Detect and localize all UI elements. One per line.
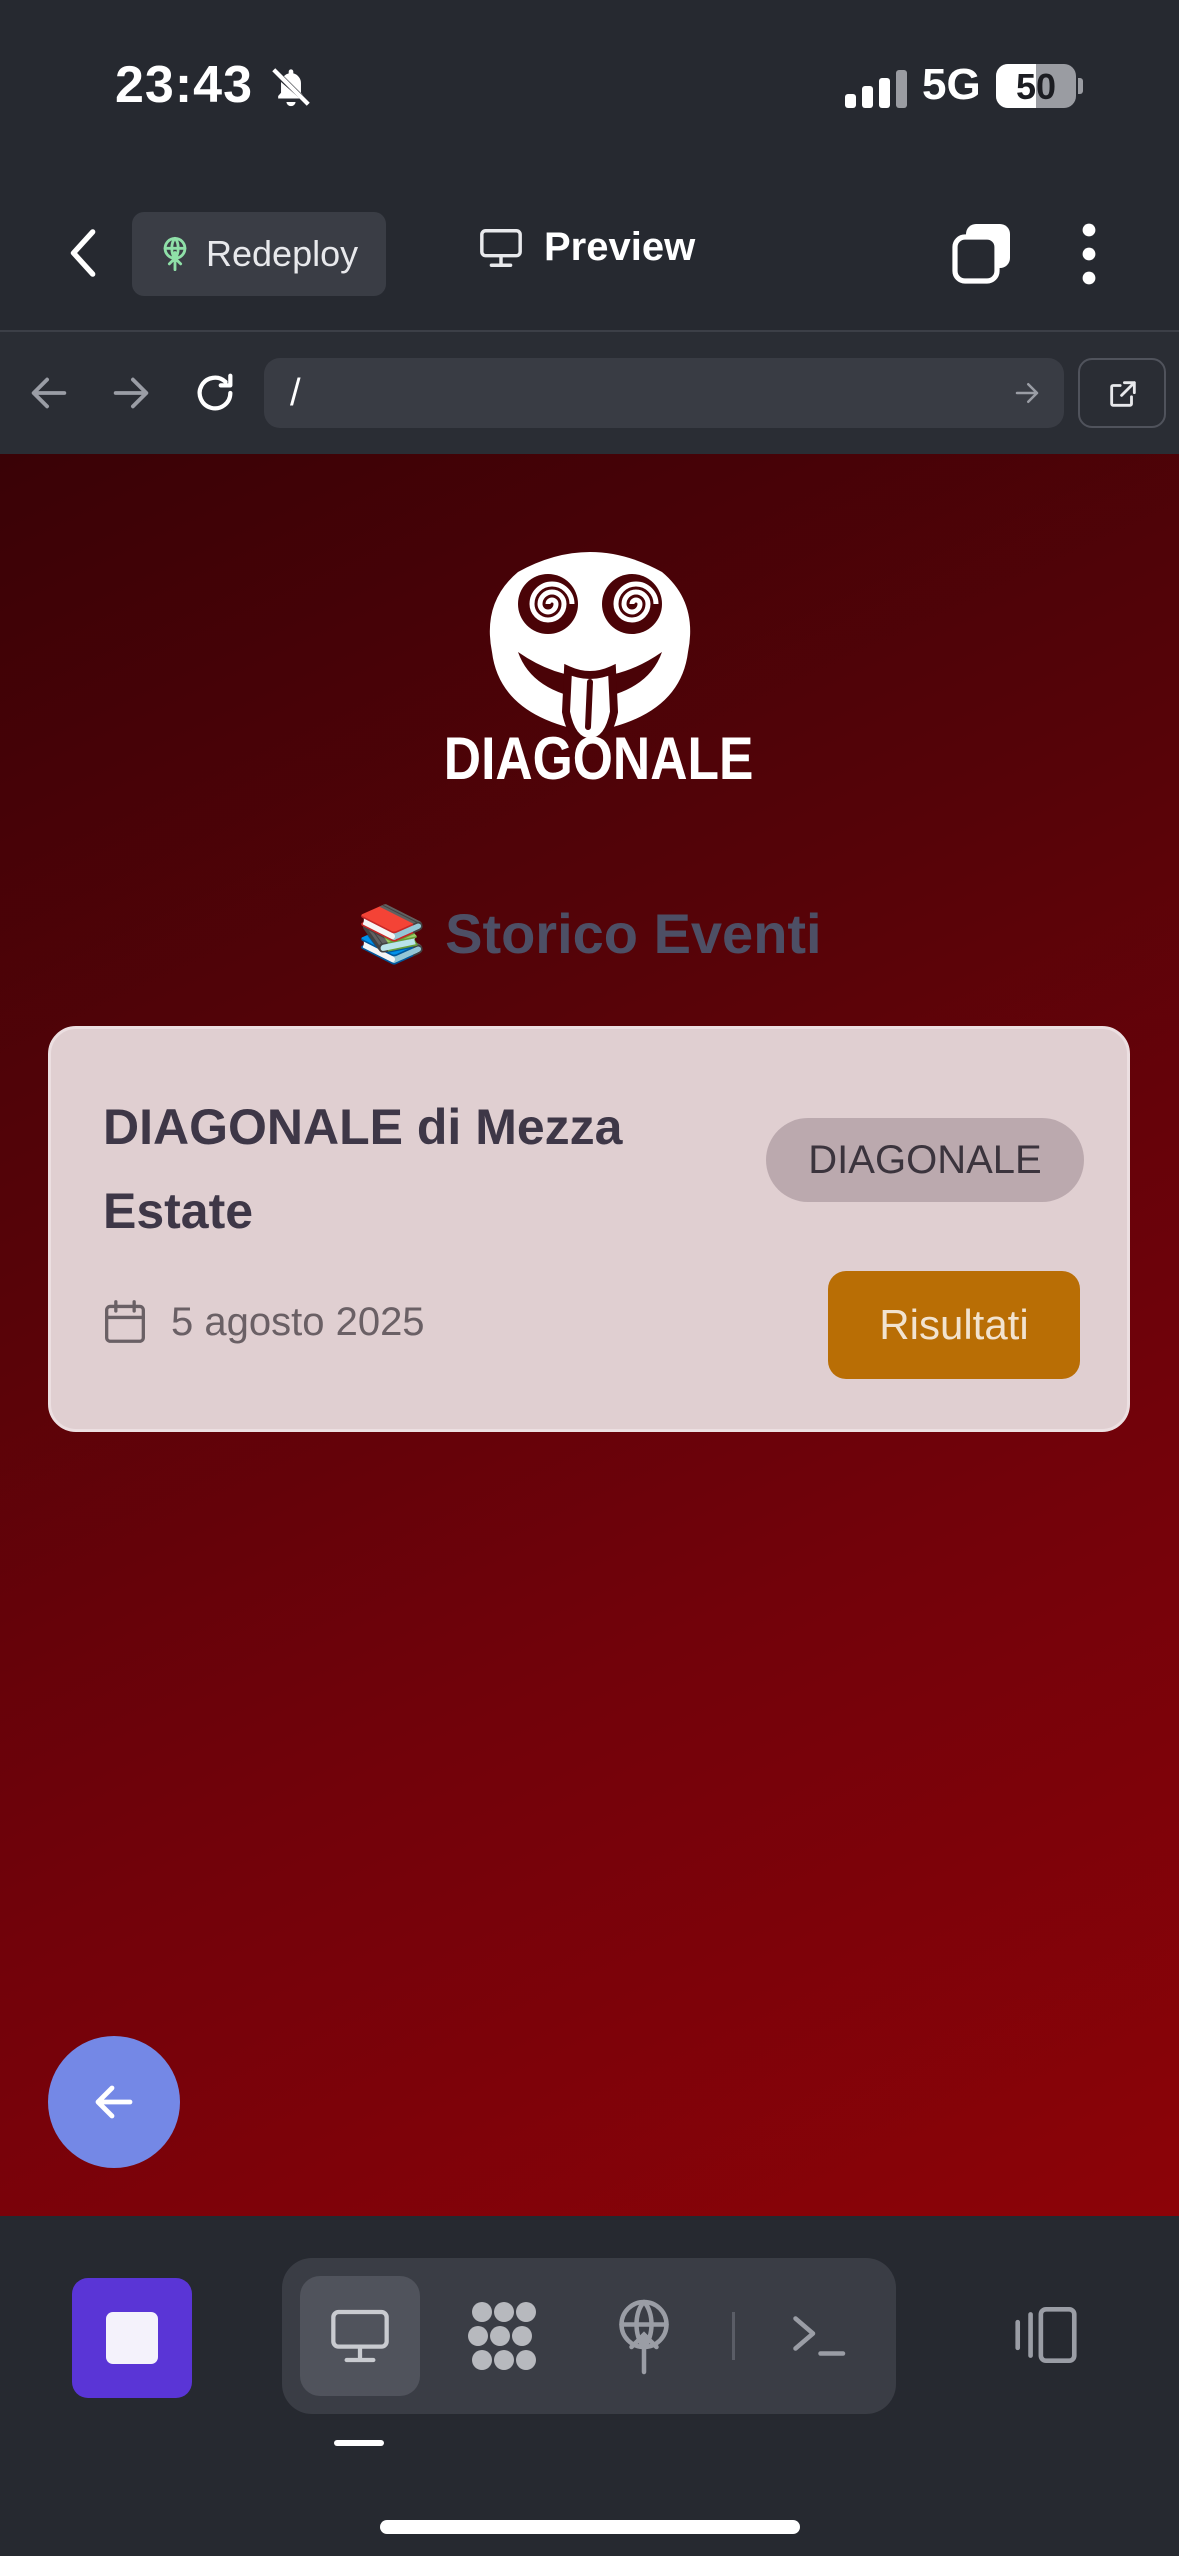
go-arrow-icon[interactable] [1012,378,1042,408]
grid-icon[interactable] [466,2300,542,2372]
logo-text: DIAGONALE [443,725,754,792]
network-label: 5G [922,60,981,109]
kebab-icon[interactable] [1075,222,1103,286]
books-icon: 📚 [357,902,428,965]
bell-slash-icon [272,68,310,107]
external-link-icon [1110,381,1136,407]
terminal-icon[interactable] [788,2310,848,2362]
stop-button[interactable] [72,2278,192,2398]
arrow-left-icon[interactable] [26,370,72,416]
web-preview: DIAGONALE 📚 Storico Eventi DIAGONALE di M… [0,454,1179,2216]
event-card: DIAGONALE di Mezza Estate DIAGONALE 5 ag… [48,1026,1130,1432]
arrow-left-icon [95,2085,133,2119]
event-title: DIAGONALE di Mezza Estate [103,1099,623,1239]
home-indicator [380,2520,800,2534]
event-date: 5 agosto 2025 [171,1299,425,1344]
battery-tip [1078,78,1083,94]
chevron-left-icon[interactable] [62,225,108,281]
preview-tab[interactable]: Preview [478,225,695,270]
url-input[interactable]: / [264,358,1064,428]
sprout-icon [163,237,187,272]
stop-icon [106,2312,158,2364]
monitor-icon [480,228,522,267]
open-external-button[interactable] [1078,358,1166,428]
active-tool-indicator [334,2440,384,2446]
event-badge: DIAGONALE [766,1118,1084,1202]
tool-divider [732,2312,735,2360]
bottom-toolbar [0,2216,1179,2556]
results-button[interactable]: Risultati [828,1271,1080,1379]
globe-upload-icon[interactable] [614,2298,674,2376]
event-date-row: 5 agosto 2025 [103,1299,425,1345]
redeploy-button[interactable]: Redeploy [132,212,386,296]
browser-bar: / [0,330,1179,456]
preview-tool-button[interactable] [300,2276,420,2396]
page-title: 📚 Storico Eventi [0,901,1179,967]
monitor-icon [331,2309,389,2363]
arrow-right-icon[interactable] [108,370,154,416]
reload-icon[interactable] [192,370,238,416]
calendar-icon [105,1300,145,1343]
tool-group [282,2258,896,2414]
status-time: 23:43 [115,56,253,114]
back-fab-button[interactable] [48,2036,180,2168]
battery-icon: 50 [996,64,1076,108]
signal-icon [845,70,913,108]
panel-icon[interactable] [1010,2304,1082,2366]
battery-level: 50 [1015,66,1057,107]
preview-label: Preview [544,225,696,269]
url-text: / [290,372,301,414]
tabs-icon[interactable] [952,222,1012,284]
redeploy-label: Redeploy [206,233,359,274]
page-title-text: Storico Eventi [445,902,822,965]
